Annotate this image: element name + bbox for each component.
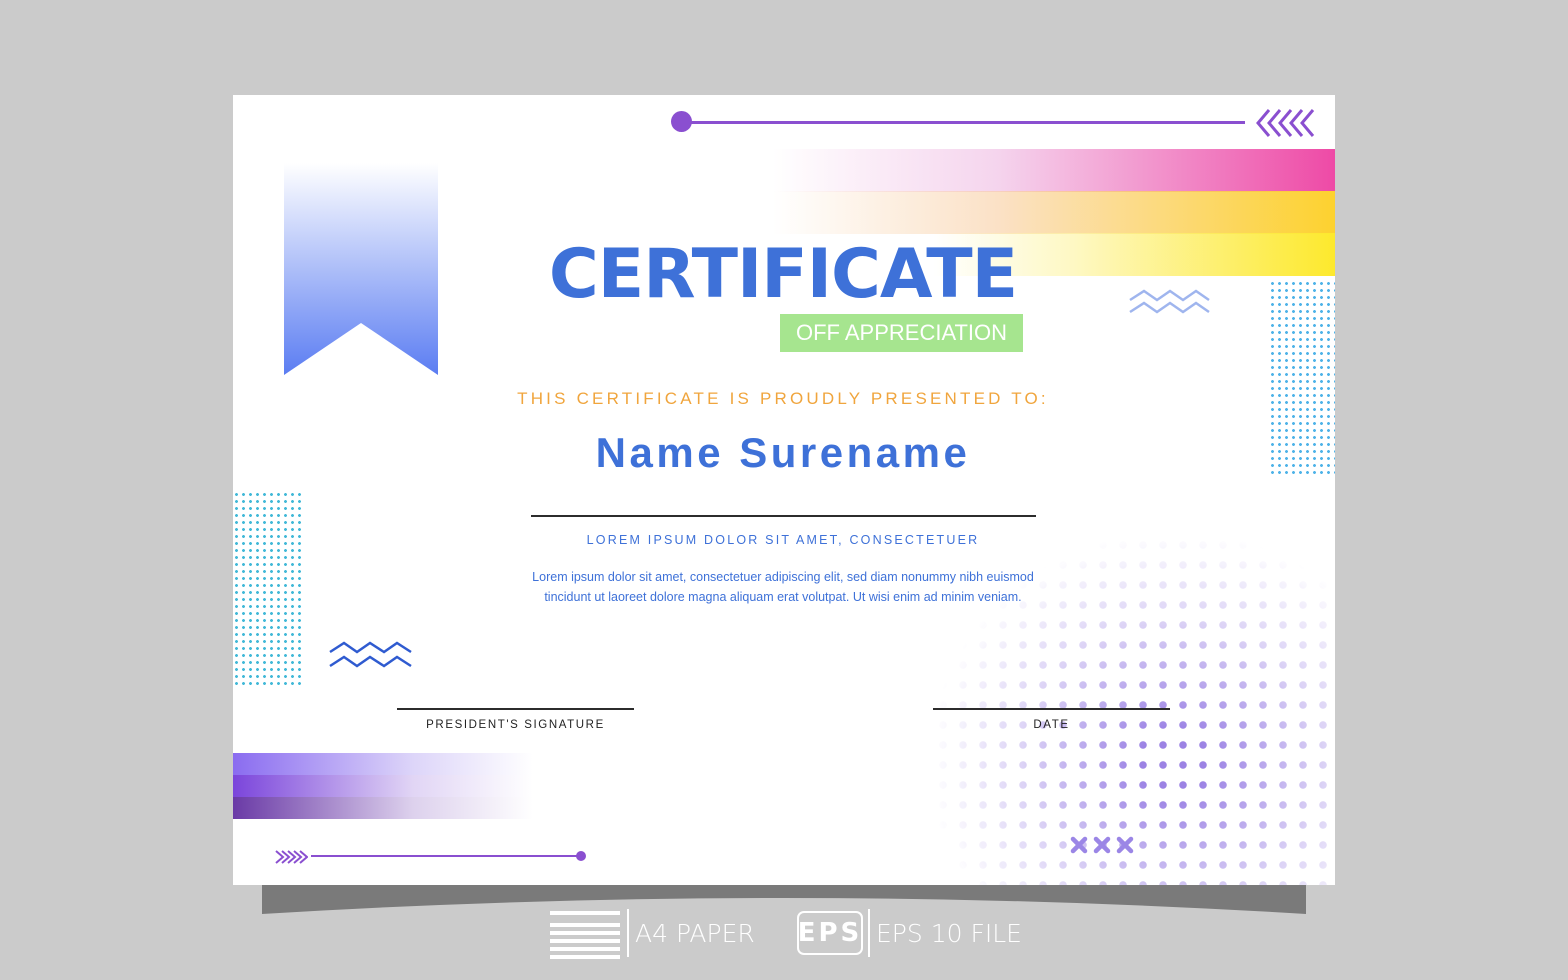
bottom-accent-dot xyxy=(576,851,586,861)
eps-file-info: EPS EPS 10 FILE xyxy=(797,905,1022,961)
paper-lines-icon xyxy=(550,911,620,959)
purple-bar-2 xyxy=(233,775,533,797)
paper-shadow-base xyxy=(262,884,1306,914)
certificate-subtitle: OFF APPRECIATION xyxy=(795,320,1008,345)
recipient-name: Name Surename xyxy=(595,429,971,476)
bottom-accent-line xyxy=(311,855,581,857)
description-heading: LOREM IPSUM DOLOR SIT AMET, CONSECTETUER xyxy=(586,533,980,547)
certificate-paper: CERTIFICATE OFF APPRECIATION THIS CERTIF… xyxy=(233,95,1335,885)
orange-stripe xyxy=(773,191,1335,234)
description-body: Lorem ipsum dolor sit amet, consectetuer… xyxy=(463,567,1103,607)
name-underline xyxy=(531,515,1036,517)
date-line xyxy=(933,708,1170,710)
description-line-1: Lorem ipsum dolor sit amet, consectetuer… xyxy=(532,570,1034,584)
certificate-title: CERTIFICATE xyxy=(548,235,1018,314)
signature-line xyxy=(397,708,634,710)
file-type-label: EPS 10 FILE xyxy=(876,918,1022,948)
presented-to-text: THIS CERTIFICATE IS PROUDLY PRESENTED TO… xyxy=(517,389,1049,408)
chevron-arrows-icon xyxy=(1256,109,1315,137)
zigzag-icon xyxy=(1129,289,1210,314)
dot-pattern-right xyxy=(1269,280,1335,476)
cross-marks-icon xyxy=(1070,836,1134,854)
bookmark-ribbon-icon xyxy=(284,163,438,375)
dot-pattern-left xyxy=(233,491,305,687)
purple-bar-1 xyxy=(233,753,533,775)
separator xyxy=(868,909,870,957)
separator xyxy=(627,909,629,957)
a4-paper-info: A4 PAPER xyxy=(548,905,755,961)
purple-bar-3 xyxy=(233,797,533,819)
paper-size-label: A4 PAPER xyxy=(635,918,755,948)
eps-badge: EPS xyxy=(797,911,863,955)
top-accent-dot xyxy=(671,111,692,132)
top-accent-line xyxy=(689,121,1245,124)
chevron-arrows-icon xyxy=(275,850,308,864)
pink-stripe xyxy=(773,149,1335,192)
signature-label: PRESIDENT'S SIGNATURE xyxy=(426,719,605,731)
date-label: DATE xyxy=(1033,719,1070,731)
description-line-2: tincidunt ut laoreet dolore magna aliqua… xyxy=(544,590,1022,604)
zigzag-icon xyxy=(329,641,412,668)
